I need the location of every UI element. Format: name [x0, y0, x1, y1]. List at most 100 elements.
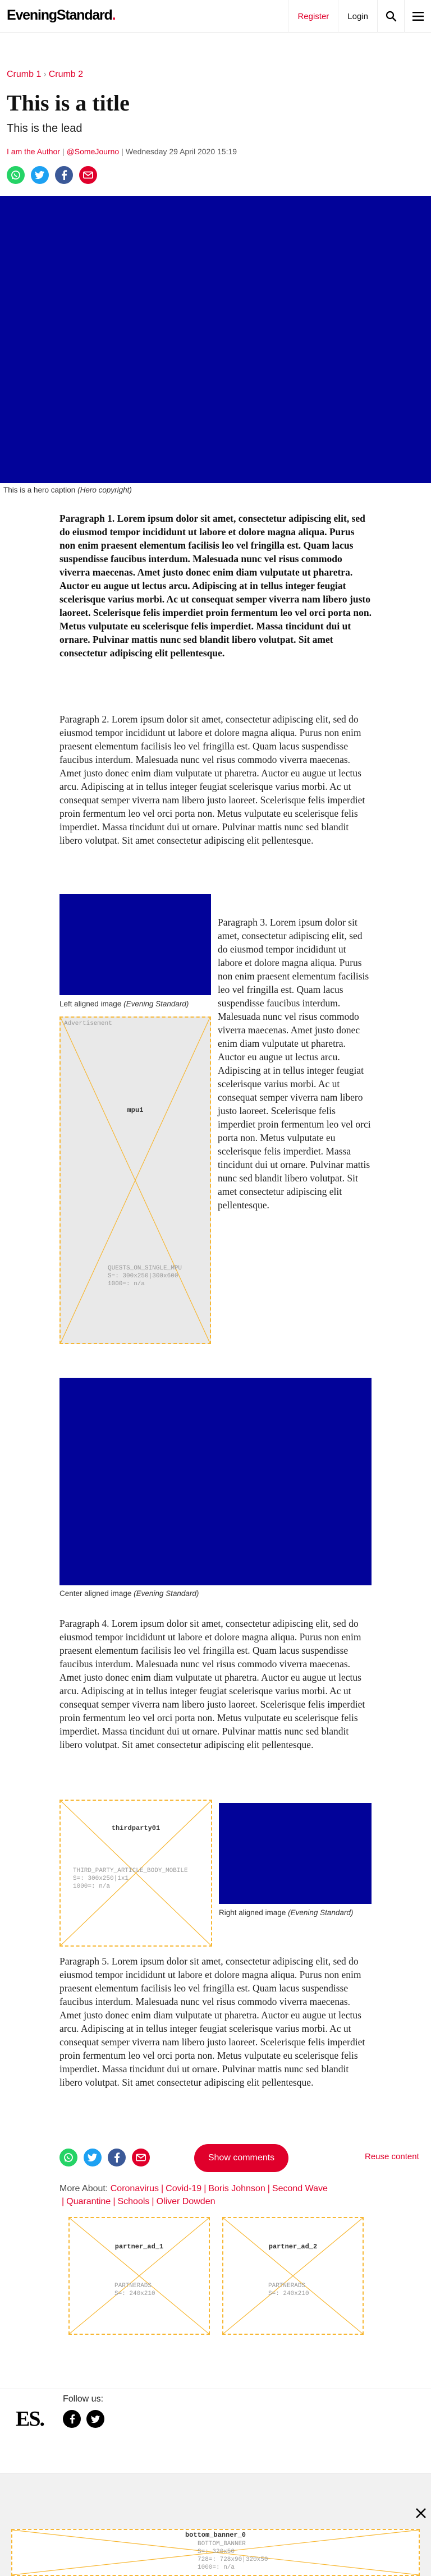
ad-placeholder-cross: [223, 2218, 363, 2334]
share-twitter-button[interactable]: [31, 166, 49, 184]
ad-slot-meta-line: THIRD_PARTY_ARTICLE_BODY_MOBILE: [73, 1867, 188, 1874]
hero-caption-text: This is a hero caption: [3, 486, 76, 494]
footer-facebook-button[interactable]: [63, 2410, 81, 2428]
breadcrumb: Crumb 1 › Crumb 2: [7, 70, 83, 80]
breadcrumb-separator: ›: [43, 70, 47, 79]
facebook-icon: [114, 2152, 120, 2163]
topic-link[interactable]: Quarantine: [66, 2197, 111, 2206]
share-bar-bottom: [59, 2149, 150, 2166]
topic-link[interactable]: Oliver Dowden: [157, 2197, 216, 2206]
article-lead: This is the lead: [7, 122, 82, 135]
topic-link[interactable]: Second Wave: [272, 2184, 328, 2193]
email-icon: [83, 171, 93, 179]
share-facebook-button[interactable]: [108, 2149, 126, 2166]
show-comments-button[interactable]: Show comments: [194, 2144, 288, 2172]
byline-divider: |: [121, 147, 123, 156]
paragraph-5: Paragraph 5. Lorem ipsum dolor sit amet,…: [59, 1956, 365, 2088]
ad-slot-meta-line: 1000=: n/a: [108, 1281, 145, 1287]
menu-button[interactable]: [404, 0, 431, 33]
email-icon: [136, 2154, 146, 2161]
ad-slot-name: partner_ad_1: [114, 2243, 164, 2251]
twitter-icon: [35, 171, 44, 179]
partner-ad-slot-2[interactable]: partner_ad_2 PARTNERADS S=: 240x210: [222, 2217, 364, 2335]
ad-placeholder-cross: [70, 2218, 209, 2334]
thirdparty-ad-slot[interactable]: thirdparty01 THIRD_PARTY_ARTICLE_BODY_MO…: [59, 1800, 212, 1947]
ad-slot-meta-line: 1000=: n/a: [198, 2564, 235, 2571]
topic-link[interactable]: Schools: [117, 2197, 149, 2206]
byline: I am the Author | @SomeJourno | Wednesday 29…: [7, 147, 237, 156]
topic-separator: |: [113, 2197, 116, 2206]
share-whatsapp-button[interactable]: [7, 166, 25, 184]
topic-separator: |: [62, 2197, 65, 2206]
hero-caption: This is a hero caption (Hero copyright): [3, 486, 132, 494]
footer-twitter-button[interactable]: [86, 2410, 104, 2428]
twitter-icon: [88, 2154, 97, 2161]
share-email-button[interactable]: [132, 2149, 150, 2166]
right-image-caption: Right aligned image (Evening Standard): [219, 1908, 353, 1917]
center-caption-text: Center aligned image: [59, 1589, 132, 1598]
bottom-banner-ad-slot[interactable]: bottom_banner_0 BOTTOM_BANNER S=: 320x50…: [11, 2529, 420, 2576]
brand-dot: .: [112, 7, 116, 23]
site-header: EveningStandard. Register Login: [0, 0, 431, 33]
share-whatsapp-button[interactable]: [59, 2149, 77, 2166]
publish-date: Wednesday 29 April 2020 15:19: [125, 147, 237, 156]
topic-separator: |: [152, 2197, 154, 2206]
ad-slot-meta-line: 728=: 728x90|320x50: [198, 2556, 268, 2563]
brand-logo[interactable]: EveningStandard.: [7, 7, 116, 24]
follow-us-label: Follow us:: [63, 2394, 104, 2404]
right-caption-credit: (Evening Standard): [288, 1908, 354, 1917]
breadcrumb-item[interactable]: Crumb 2: [49, 70, 83, 79]
topic-link[interactable]: Boris Johnson: [208, 2184, 265, 2193]
hero-credit: (Hero copyright): [77, 486, 132, 494]
close-banner-button[interactable]: [415, 2507, 427, 2523]
paragraph-3: Paragraph 3. Lorem ipsum dolor sit amet,…: [218, 917, 371, 1211]
search-icon: [386, 11, 396, 22]
page-title: This is a title: [7, 90, 130, 116]
paragraph-1: Paragraph 1. Lorem ipsum dolor sit amet,…: [59, 513, 372, 659]
whatsapp-icon: [64, 2153, 73, 2162]
breadcrumb-item[interactable]: Crumb 1: [7, 70, 41, 79]
share-twitter-button[interactable]: [84, 2149, 102, 2166]
ad-slot-name: mpu1: [127, 1106, 144, 1114]
ad-slot-name: thirdparty01: [111, 1824, 161, 1832]
search-button[interactable]: [377, 0, 404, 33]
ad-slot-meta-line: PARTNERADS: [268, 2283, 306, 2289]
author-link[interactable]: I am the Author: [7, 147, 60, 156]
ad-slot-meta-line: PARTNERADS: [114, 2283, 152, 2289]
ad-slot-meta-line: QUESTS_ON_SINGLE_MPU: [108, 1265, 182, 1272]
more-about-label: More About:: [59, 2184, 108, 2193]
ad-label: Advertisement: [64, 1020, 112, 1027]
brand-name: EveningStandard: [7, 7, 113, 23]
more-about-topics: More About: Coronavirus | Covid-19 | Boris J…: [59, 2182, 374, 2208]
ad-slot-meta-line: S=: 240x210: [268, 2290, 309, 2297]
center-image-caption: Center aligned image (Evening Standard): [59, 1589, 199, 1598]
ad-slot-meta-line: S=: 240x210: [114, 2290, 155, 2297]
reuse-content-link[interactable]: Reuse content: [365, 2152, 419, 2161]
facebook-icon: [70, 2414, 75, 2424]
topic-separator: |: [204, 2184, 207, 2193]
register-button[interactable]: Register: [288, 0, 338, 33]
whatsapp-icon: [11, 171, 20, 180]
login-button[interactable]: Login: [338, 0, 377, 33]
ad-slot-meta-line: S=: 320x50: [198, 2549, 235, 2555]
topic-link[interactable]: Covid-19: [166, 2184, 201, 2193]
partner-ad-slot-1[interactable]: partner_ad_1 PARTNERADS S=: 240x210: [68, 2217, 210, 2335]
footer-logo[interactable]: ES.: [16, 2407, 45, 2431]
center-aligned-image: [59, 1378, 372, 1585]
paragraph-2: Paragraph 2. Lorem ipsum dolor sit amet,…: [59, 714, 365, 846]
share-bar: [7, 166, 97, 184]
topic-separator: |: [267, 2184, 270, 2193]
share-email-button[interactable]: [79, 166, 97, 184]
top-nav: Register Login: [288, 0, 431, 33]
ad-slot-meta-line: BOTTOM_BANNER: [198, 2541, 246, 2547]
share-facebook-button[interactable]: [55, 166, 73, 184]
mpu-ad-slot[interactable]: Advertisement mpu1 QUESTS_ON_SINGLE_MPU …: [59, 1016, 211, 1344]
topic-link[interactable]: Coronavirus: [111, 2184, 159, 2193]
left-image-caption: Left aligned image (Evening Standard): [59, 1000, 189, 1008]
center-caption-credit: (Evening Standard): [134, 1589, 199, 1598]
author-handle-link[interactable]: @SomeJourno: [67, 147, 120, 156]
paragraph-4: Paragraph 4. Lorem ipsum dolor sit amet,…: [59, 1618, 365, 1750]
facebook-icon: [62, 170, 67, 180]
twitter-icon: [90, 2415, 100, 2423]
ad-slot-name: partner_ad_2: [268, 2243, 318, 2251]
